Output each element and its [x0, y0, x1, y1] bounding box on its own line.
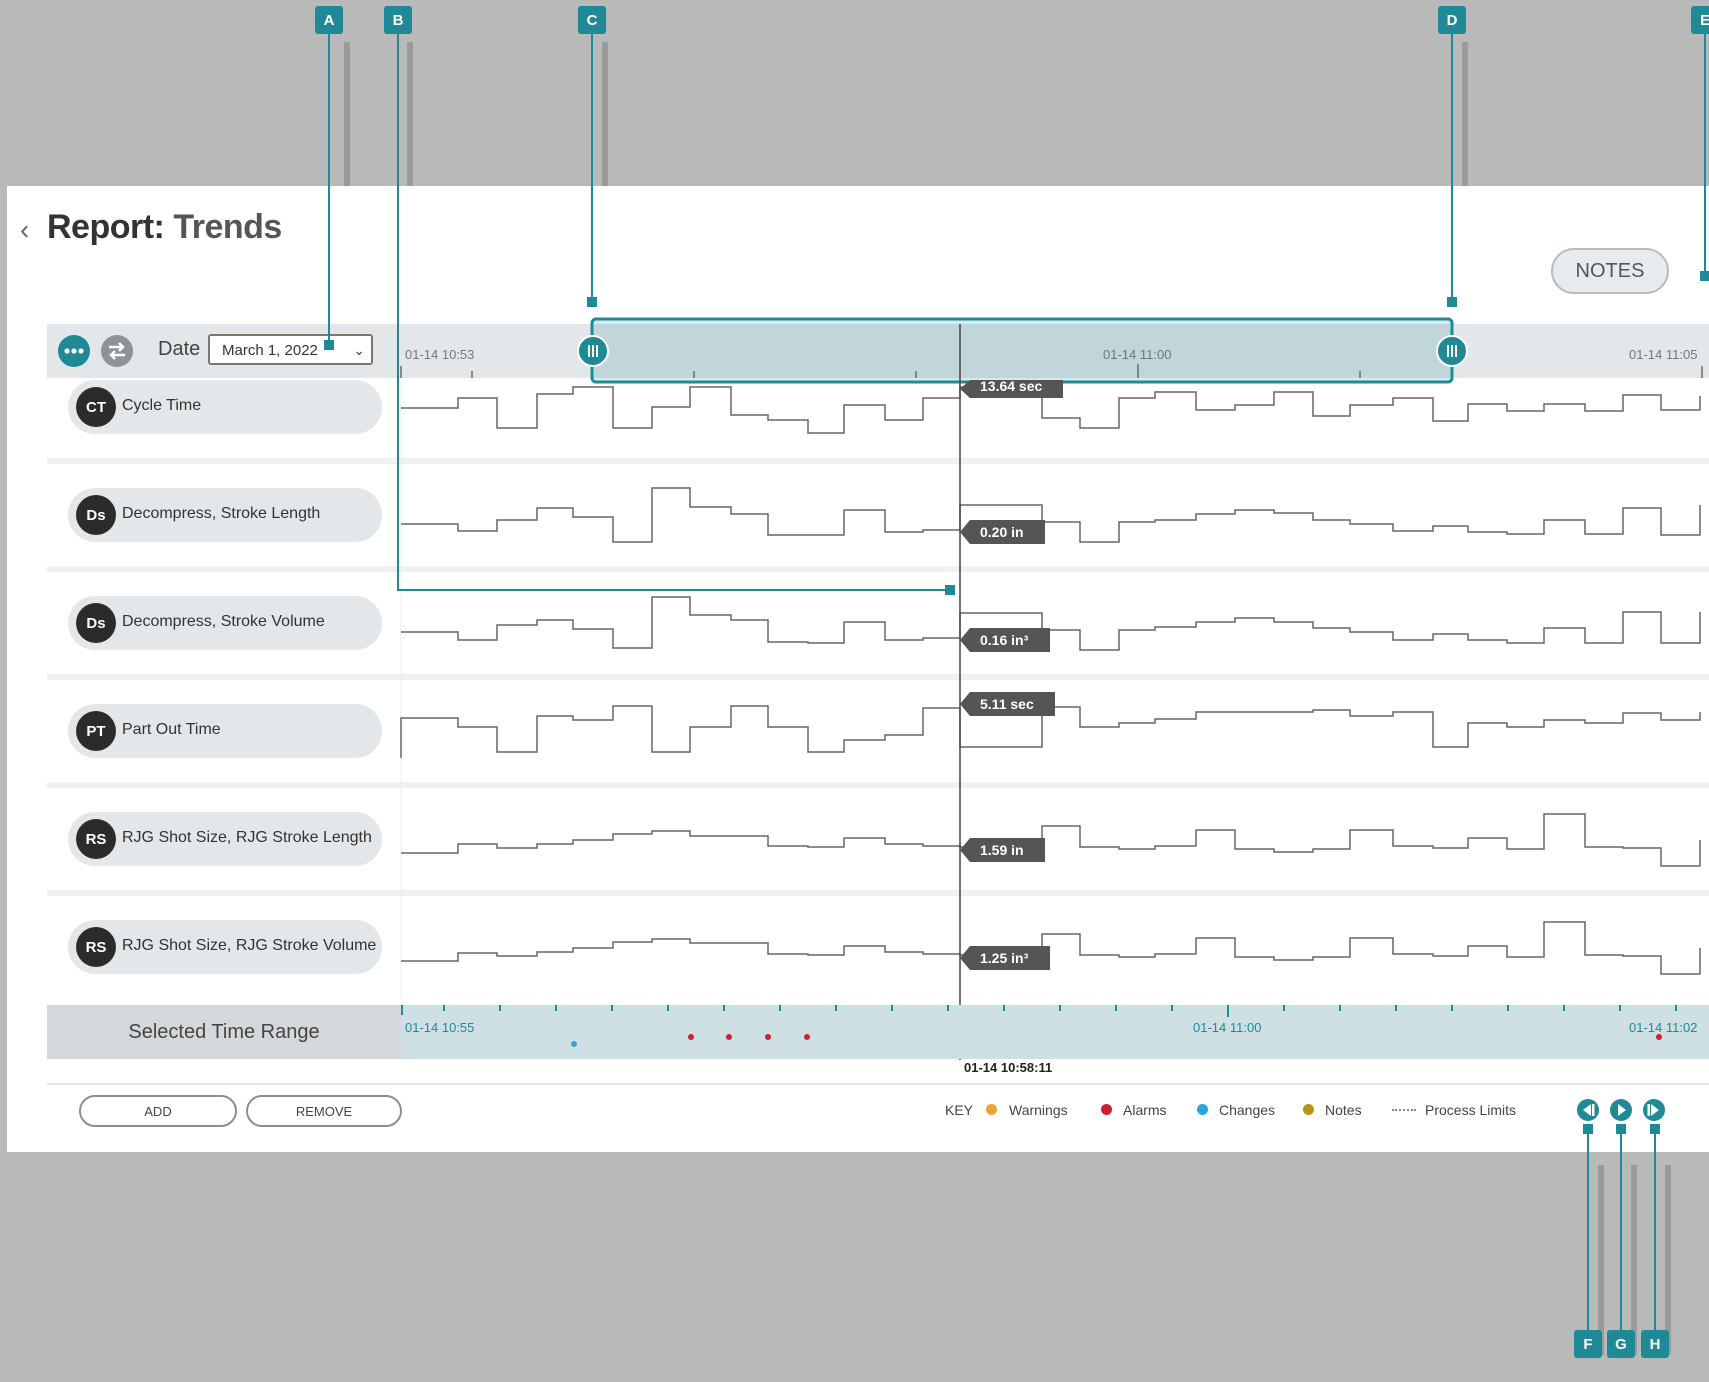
callout-c: C [578, 6, 606, 34]
callout-lines [324, 34, 1709, 1330]
callout-g: G [1607, 1330, 1635, 1358]
callout-b: B [384, 6, 412, 34]
callout-a: A [315, 6, 343, 34]
callout-h: H [1641, 1330, 1669, 1358]
callout-f: F [1574, 1330, 1602, 1358]
callout-e: E [1691, 6, 1709, 34]
callout-d: D [1438, 6, 1466, 34]
